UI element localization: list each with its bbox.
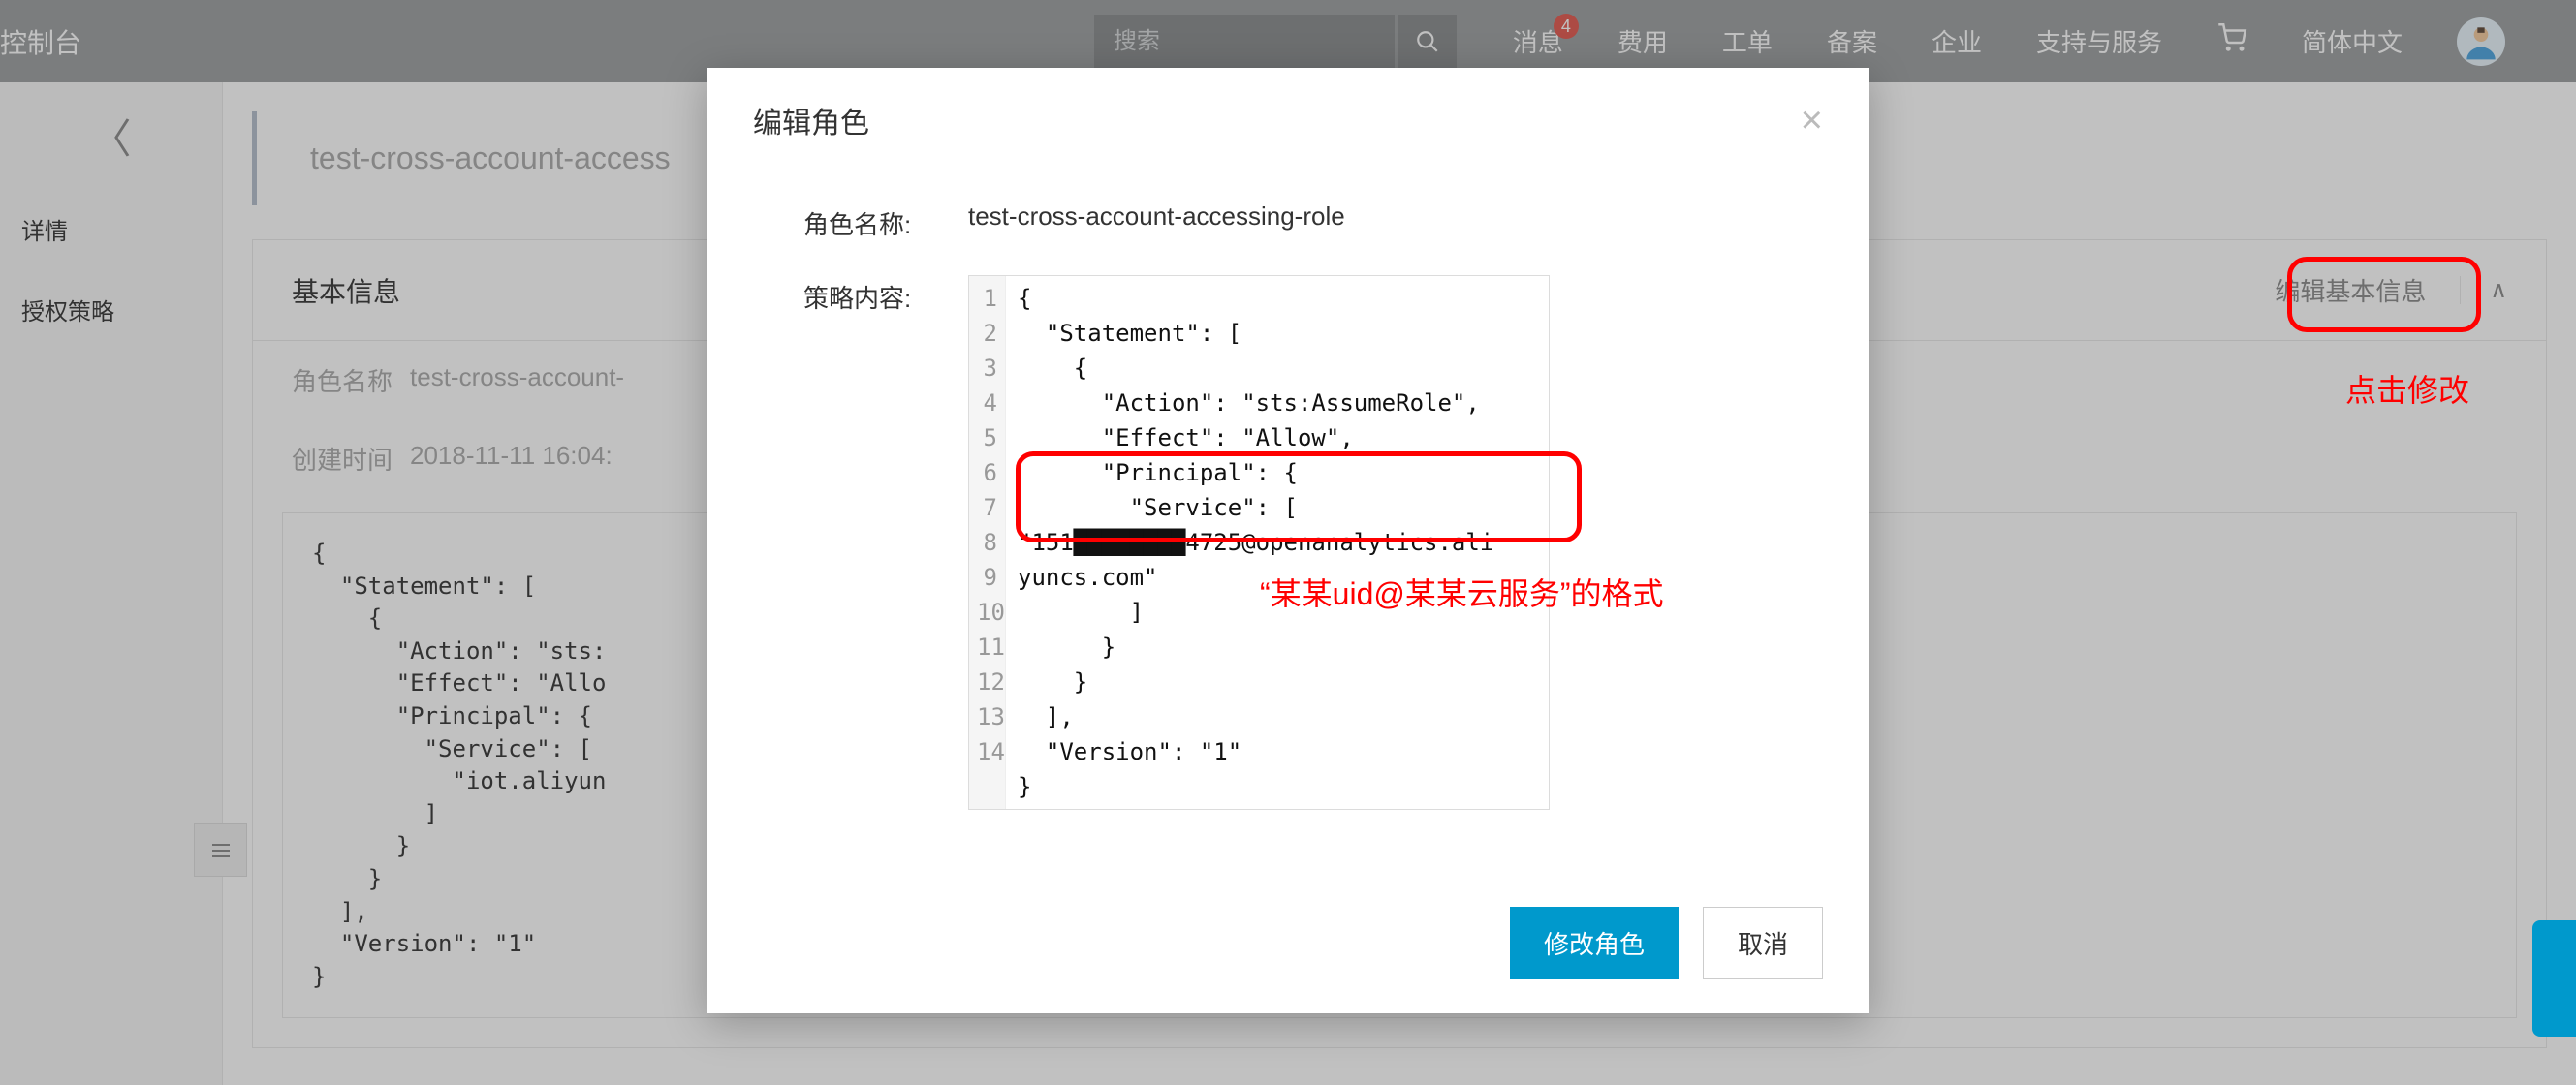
role-name-form-value: test-cross-account-accessing-role xyxy=(968,202,1345,232)
policy-code-editor[interactable]: 1 2 3 4 5 6 7 8 9 10 11 12 13 14 { "Stat… xyxy=(968,275,1550,810)
help-tab[interactable] xyxy=(2532,920,2576,1037)
modal-overlay: 编辑角色 × 角色名称: test-cross-account-accessin… xyxy=(0,0,2576,1085)
modal-title: 编辑角色 xyxy=(753,99,869,141)
code-body[interactable]: { "Statement": [ { "Action": "sts:Assume… xyxy=(1006,276,1549,809)
role-name-form-label: 角色名称: xyxy=(803,202,968,241)
submit-button[interactable]: 修改角色 xyxy=(1510,907,1679,979)
policy-content-label: 策略内容: xyxy=(803,275,968,315)
edit-role-modal: 编辑角色 × 角色名称: test-cross-account-accessin… xyxy=(707,68,1869,1013)
cancel-button[interactable]: 取消 xyxy=(1703,907,1823,979)
line-gutter: 1 2 3 4 5 6 7 8 9 10 11 12 13 14 xyxy=(969,276,1006,809)
close-icon[interactable]: × xyxy=(1801,101,1823,140)
